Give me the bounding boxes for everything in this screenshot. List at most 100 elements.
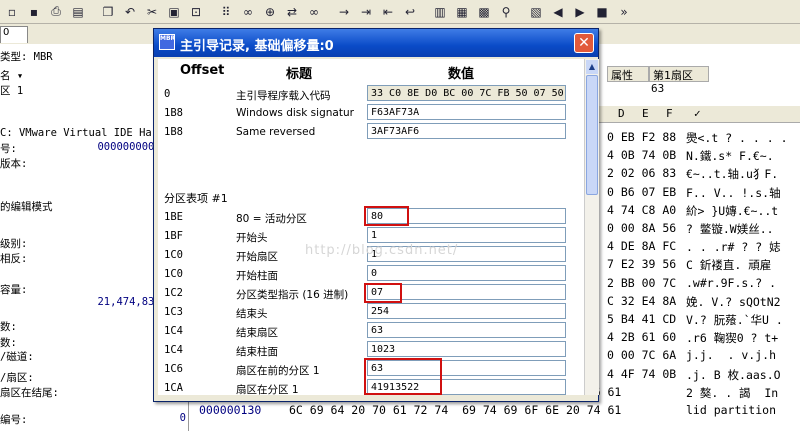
hex-text[interactable]: .w#r.9F.s.? .	[686, 276, 776, 290]
hex-bytes[interactable]: 0 00 8A 56	[607, 221, 676, 235]
goto-icon[interactable]: →	[334, 2, 354, 22]
field-offset: 1C0	[164, 268, 183, 280]
field-offset: 1C2	[164, 287, 183, 299]
arrow-back-icon[interactable]: ↩	[400, 2, 420, 22]
hex-text[interactable]: j.j. . v.j.h	[686, 348, 776, 362]
field-row: 1B8 Same reversed 3AF73AF6	[158, 123, 584, 141]
hex-text[interactable]: 紒> }U嫥.€~..t	[686, 203, 778, 219]
info-label: 编号:	[0, 414, 28, 426]
tab-0[interactable]: 0	[0, 26, 28, 43]
field-title: 扇区在前的分区 1	[236, 365, 320, 377]
field-value[interactable]: 63	[367, 322, 566, 338]
hex-bytes[interactable]: C 32 E4 8A	[607, 294, 676, 308]
hex-bytes[interactable]: 4 4F 74 0B	[607, 367, 676, 381]
highlight-sector-fields	[364, 358, 442, 395]
field-row: 1C0 开始柱面 0	[158, 265, 584, 283]
more-icon[interactable]: »	[614, 2, 634, 22]
hex-bytes[interactable]: 2 02 06 83	[607, 166, 676, 180]
hex-bytes[interactable]: 4 2B 61 60	[607, 330, 676, 344]
hex-bytes[interactable]: 4 DE 8A FC	[607, 239, 676, 253]
field-offset: 1C6	[164, 363, 183, 375]
prev-icon[interactable]: ◀	[548, 2, 568, 22]
hex-bytes[interactable]: 5 B4 41 CD	[607, 312, 676, 326]
field-value[interactable]: 33 C0 8E D0 BC 00 7C FB 50 07 50	[367, 85, 566, 101]
hex-bytes[interactable]: 0 B6 07 EB	[607, 185, 676, 199]
hex-text[interactable]: V.? 朊薞.`华U .	[686, 312, 783, 328]
field-value[interactable]: F63AF73A	[367, 104, 566, 120]
field-value[interactable]: 1023	[367, 341, 566, 357]
ram-icon[interactable]: ▦	[452, 2, 472, 22]
dialog-titlebar[interactable]: MBR 主引导记录, 基础偏移量:0 ✕	[154, 29, 598, 57]
hex-text[interactable]: N.鐵.s* F.€~.	[686, 148, 774, 164]
scroll-up-icon[interactable]: ▲	[586, 60, 598, 74]
info-label: 数:	[0, 337, 17, 349]
find-hex-icon[interactable]: ⊕	[260, 2, 280, 22]
properties-icon[interactable]: ▤	[68, 2, 88, 22]
hex-text[interactable]: 娩. V.? sQOtN2	[686, 294, 781, 310]
field-title: 分区类型指示 (16 进制)	[236, 289, 349, 301]
field-value[interactable]: 0	[367, 265, 566, 281]
arrow-left-icon[interactable]: ⇤	[378, 2, 398, 22]
info-label: /扇区:	[0, 372, 34, 384]
scroll-thumb[interactable]	[586, 75, 598, 195]
info-label: 类型: MBR	[0, 51, 53, 63]
next-icon[interactable]: ▶	[570, 2, 590, 22]
field-title: Windows disk signatur	[236, 107, 354, 119]
copy-icon[interactable]: ❐	[98, 2, 118, 22]
hex-text[interactable]: €~..t.轴.u犭F.	[686, 166, 778, 182]
magnifier-icon[interactable]: ⚲	[496, 2, 516, 22]
info-label: 区 1	[0, 85, 24, 97]
replace-icon[interactable]: ⇄	[282, 2, 302, 22]
field-offset: 1CA	[164, 382, 183, 394]
close-button[interactable]: ✕	[574, 33, 594, 53]
stop-icon[interactable]: ■	[592, 2, 612, 22]
arrow-right-icon[interactable]: ⇥	[356, 2, 376, 22]
info-label: 数:	[0, 321, 17, 333]
new-icon[interactable]: ▫	[2, 2, 22, 22]
print-icon[interactable]: ⎙	[46, 2, 66, 22]
info-value: 0	[179, 412, 186, 424]
hex-col-f: F	[666, 107, 673, 120]
film-icon[interactable]: ▧	[526, 2, 546, 22]
hex-text[interactable]: C 釿褛直. 頑雇	[686, 257, 771, 273]
disk-icon[interactable]: ▥	[430, 2, 450, 22]
field-title: Same reversed	[236, 126, 316, 138]
field-title: 80 = 活动分区	[236, 213, 307, 225]
hex-bytes[interactable]: 6C 69 64 20 70 61 72 74 69 74 69 6F 6E 2…	[289, 403, 621, 417]
info-label: 的编辑模式	[0, 201, 53, 213]
dialog-title: 主引导记录, 基础偏移量:0	[180, 39, 334, 54]
hex-text[interactable]: 爂<.t ? . . . .	[686, 130, 788, 146]
hex-text[interactable]: ? 鳖镟.W媄丝..	[686, 221, 774, 237]
hex-text[interactable]: .j. B 枚.aas.O	[686, 367, 781, 383]
hex-bytes[interactable]: 0 EB F2 88	[607, 130, 676, 144]
hex-text[interactable]: .r6 鞠猰0 ? t+	[686, 330, 778, 346]
field-value[interactable]: 3AF73AF6	[367, 123, 566, 139]
info-label: 级别:	[0, 238, 28, 250]
hex-text[interactable]: . . .r# ? ? 娡	[686, 239, 781, 255]
save-icon[interactable]: ▪	[24, 2, 44, 22]
dialog-scrollbar[interactable]: ▲	[584, 59, 599, 395]
binoculars-icon[interactable]: ∞	[238, 2, 258, 22]
paste-icon[interactable]: ▣	[164, 2, 184, 22]
field-value[interactable]: 1	[367, 227, 566, 243]
calc-icon[interactable]: ▩	[474, 2, 494, 22]
hex-bytes[interactable]: 4 0B 74 0B	[607, 148, 676, 162]
hex-icon[interactable]: ⠿	[216, 2, 236, 22]
hex-bytes[interactable]: 7 E2 39 56	[607, 257, 676, 271]
field-row: 1C3 结束头 254	[158, 303, 584, 321]
info-label: 扇区在结尾:	[0, 387, 59, 399]
hex-offset: 000000130	[199, 403, 262, 417]
hex-text[interactable]: lid partition	[686, 403, 776, 417]
field-title: 结束头	[236, 308, 268, 320]
field-value[interactable]: 254	[367, 303, 566, 319]
undo-icon[interactable]: ↶	[120, 2, 140, 22]
hex-bytes[interactable]: 4 74 C8 A0	[607, 203, 676, 217]
hex-text[interactable]: F.. V.. !.s.轴	[686, 185, 781, 201]
hex-text[interactable]: 2 獒. . 謁 In	[686, 385, 778, 401]
cut-icon[interactable]: ✂	[142, 2, 162, 22]
hex-bytes[interactable]: 2 BB 00 7C	[607, 276, 676, 290]
paste-special-icon[interactable]: ⊡	[186, 2, 206, 22]
find-text-icon[interactable]: ∞	[304, 2, 324, 22]
field-offset: 1B8	[164, 107, 183, 119]
hex-bytes[interactable]: 0 00 7C 6A	[607, 348, 676, 362]
